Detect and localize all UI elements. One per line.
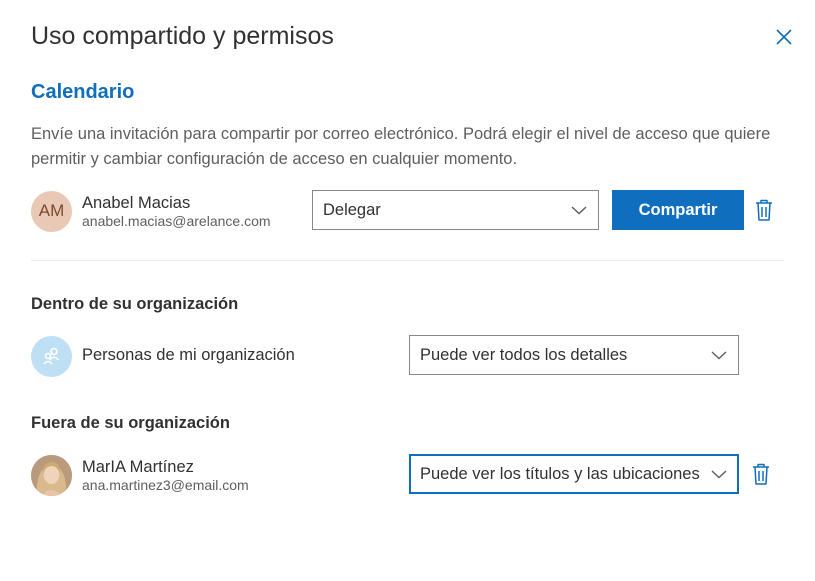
dialog-title: Uso compartido y permisos (31, 22, 334, 50)
outside-user-name: MarIA Martínez (82, 457, 194, 476)
section-divider (31, 260, 784, 261)
section-title: Calendario (31, 81, 135, 103)
people-icon (42, 347, 59, 365)
invitee-name: Anabel Macias (82, 193, 191, 212)
inside-permission-value: Puede ver todos los detalles (420, 345, 628, 364)
delete-invite-button[interactable] (754, 198, 774, 222)
inside-org-heading: Dentro de su organización (31, 295, 239, 313)
organization-label: Personas de mi organización (82, 346, 295, 364)
outside-org-heading: Fuera de su organización (31, 414, 230, 432)
organization-avatar (31, 335, 72, 377)
trash-icon (756, 199, 772, 221)
invitee-email: anabel.macias@arelance.com (82, 212, 271, 229)
outside-permission-dropdown[interactable]: Puede ver los títulos y las ubicaciones (409, 454, 739, 494)
close-icon (776, 29, 792, 45)
chevron-down-icon (711, 351, 727, 360)
invite-permission-value: Delegar (323, 200, 381, 219)
invite-row: AM Anabel Macias anabel.macias@arelance.… (31, 189, 271, 233)
outside-user-email: ana.martinez3@email.com (82, 476, 249, 493)
avatar (31, 454, 72, 496)
outside-user-row: MarIA Martínez ana.martinez3@email.com (31, 453, 249, 497)
invitee-info: Anabel Macias anabel.macias@arelance.com (82, 193, 271, 230)
delete-outside-user-button[interactable] (751, 462, 771, 486)
invite-permission-dropdown[interactable]: Delegar (312, 190, 599, 230)
chevron-down-icon (571, 206, 587, 215)
trash-icon (753, 463, 769, 485)
avatar: AM (31, 190, 72, 232)
user-photo-icon (31, 454, 72, 496)
avatar-initials: AM (38, 201, 65, 220)
outside-user-info: MarIA Martínez ana.martinez3@email.com (82, 457, 249, 494)
close-button[interactable] (772, 25, 796, 49)
chevron-down-icon (711, 470, 727, 479)
share-description: Envíe una invitación para compartir por … (31, 125, 771, 168)
outside-permission-value: Puede ver los títulos y las ubicaciones (420, 464, 700, 483)
share-button[interactable]: Compartir (612, 190, 744, 230)
inside-org-row (31, 334, 72, 378)
inside-permission-dropdown[interactable]: Puede ver todos los detalles (409, 335, 739, 375)
